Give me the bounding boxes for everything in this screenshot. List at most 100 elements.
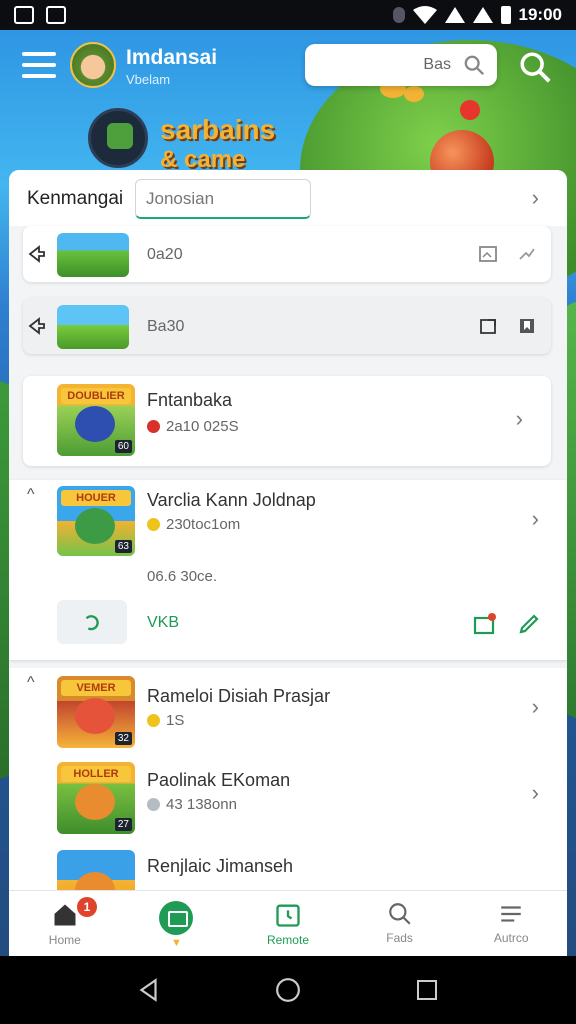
search-icon (388, 903, 411, 925)
home-button[interactable] (266, 968, 310, 1012)
rating-dot-icon (147, 798, 160, 811)
refresh-icon (85, 615, 99, 631)
avatar[interactable] (70, 42, 116, 88)
game-title: Varclia Kann Joldnap (147, 490, 316, 510)
signal-icon (472, 7, 493, 23)
image-icon[interactable] (478, 244, 498, 264)
filter-label: Kenmangai (27, 188, 124, 209)
chevron-right-icon[interactable]: › (532, 506, 539, 532)
list-item[interactable]: 0a20 (23, 226, 551, 282)
nav-label: Fads (386, 931, 413, 945)
thumbnail-banner: DOUBLIER (61, 388, 131, 404)
nav-label: Remote (266, 933, 309, 947)
collapse-caret-icon[interactable]: ^ (27, 486, 35, 504)
status-bar: 19:00 (0, 0, 576, 30)
share-arrow-icon[interactable] (517, 244, 537, 264)
game-description: 06.6 30ce. (147, 568, 218, 585)
rating-dot-icon (147, 420, 160, 433)
recents-button[interactable] (405, 968, 449, 1012)
game-meta-text: 2a10 025S (166, 418, 239, 435)
game-thumbnail (57, 305, 129, 349)
nav-more[interactable]: Autrco (455, 891, 567, 956)
thumbnail-corner-label: 32 (114, 732, 132, 745)
vkb-label: VKB (147, 614, 180, 631)
app-subtitle: Vbelam (126, 72, 171, 87)
search-icon (464, 55, 484, 75)
game-thumbnail: DOUBLIER 60 (57, 384, 135, 456)
thumbnail-banner: HOLLER (61, 766, 131, 782)
game-thumbnail (57, 233, 129, 277)
notification-gallery-icon (46, 6, 66, 24)
chevron-right-icon[interactable]: › (532, 185, 539, 211)
game-meta-text: 43 138onn (166, 796, 237, 813)
edit-pencil-icon[interactable] (517, 612, 541, 636)
thumbnail-banner: HOUER (61, 490, 131, 506)
wifi-icon (412, 6, 437, 24)
search-button[interactable] (518, 50, 554, 86)
list-icon (501, 906, 521, 922)
game-card[interactable]: ^ VEMER 32 Rameloi Disiah Prasjar 1S › (9, 668, 567, 754)
battery-icon (500, 6, 511, 24)
character-icon (75, 508, 115, 544)
search-value: Bas (423, 56, 451, 73)
filter-input[interactable] (135, 179, 311, 219)
calendar-icon (276, 904, 300, 927)
thumbnail-corner-label: 27 (114, 818, 132, 831)
nav-remote[interactable]: Remote (232, 891, 344, 956)
game-thumbnail: HOLLER 27 (57, 762, 135, 834)
home-icon (54, 904, 76, 926)
nav-label: Home (48, 933, 81, 947)
back-triangle-icon (139, 978, 157, 1002)
game-meta: 2a10 025S (147, 418, 239, 435)
collapse-caret-icon[interactable]: ^ (27, 674, 35, 692)
clock-time: 19:00 (518, 5, 562, 24)
nav-home[interactable]: 1 Home (9, 891, 121, 956)
add-folder-icon[interactable] (473, 612, 497, 636)
promo-title: sarbains (160, 114, 276, 145)
pin-icon[interactable] (27, 316, 47, 336)
thumbnail-corner-label: 63 (114, 540, 132, 553)
vkb-button[interactable] (57, 600, 127, 644)
system-navigation-bar (0, 956, 576, 1024)
game-meta: 1S (147, 712, 184, 729)
game-card[interactable]: HOLLER 27 Paolinak EKoman 43 138onn › (9, 754, 567, 840)
rating-dot-icon (147, 518, 160, 531)
open-external-icon[interactable] (478, 316, 498, 336)
game-meta-text: 1S (166, 712, 185, 729)
nav-label: Autrco (493, 931, 529, 945)
bookmark-icon[interactable] (517, 316, 537, 336)
notification-a-icon (14, 6, 34, 24)
promo-logo[interactable] (88, 108, 148, 168)
character-icon (75, 406, 115, 442)
list-item[interactable]: Ba30 (23, 298, 551, 354)
nav-store[interactable]: ▼ (121, 891, 233, 956)
row-value: 0a20 (147, 246, 183, 263)
dropdown-arrow-icon: ▼ (170, 937, 182, 949)
thumbnail-corner-label: 60 (114, 440, 132, 453)
game-thumbnail: VEMER 32 (57, 676, 135, 748)
app-title: Imdansai (126, 46, 218, 69)
game-title: Renjlaic Jimanseh (147, 856, 294, 876)
game-title: Paolinak EKoman (147, 770, 291, 790)
pin-icon[interactable] (27, 244, 47, 264)
game-meta-text: 230toc1om (166, 516, 241, 533)
nav-search[interactable]: Fads (344, 891, 456, 956)
character-icon (75, 784, 115, 820)
bottom-navigation: 1 Home ▼ Remote Fads Autrco (9, 890, 567, 956)
game-meta: 43 138onn (147, 796, 237, 813)
chevron-right-icon[interactable]: › (532, 780, 539, 806)
app-header: Imdansai Vbelam Bas sarbains & came (0, 30, 576, 173)
notification-badge: 1 (77, 897, 97, 917)
search-input[interactable]: Bas (305, 44, 497, 86)
game-card-expanded[interactable]: ^ HOUER 63 Varclia Kann Joldnap 230toc1o… (9, 480, 567, 660)
hamburger-menu-icon[interactable] (22, 52, 56, 80)
game-meta: 230toc1om (147, 516, 240, 533)
game-title: Fntanbaka (147, 390, 233, 410)
game-card[interactable]: DOUBLIER 60 Fntanbaka 2a10 025S › (23, 376, 551, 466)
back-button[interactable] (127, 968, 171, 1012)
thumbnail-banner: VEMER (61, 680, 131, 696)
character-icon (75, 698, 115, 734)
chevron-right-icon[interactable]: › (532, 694, 539, 720)
chevron-right-icon[interactable]: › (516, 406, 523, 432)
location-icon (392, 7, 405, 23)
